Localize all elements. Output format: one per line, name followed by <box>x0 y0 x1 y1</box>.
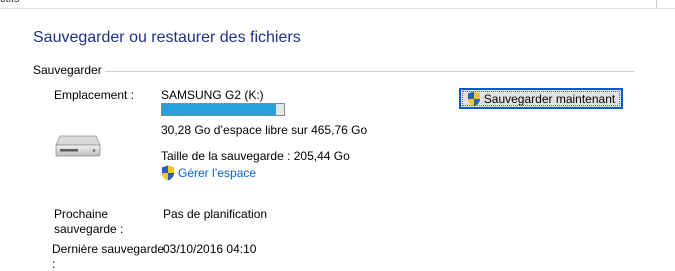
last-backup-value: 03/10/2016 04:10 <box>163 242 257 256</box>
location-label: Emplacement : <box>54 88 135 102</box>
manage-space-link-label: Gérer l’espace <box>178 166 257 180</box>
next-backup-label-line2: sauvegarde : <box>54 222 124 236</box>
uac-shield-icon <box>162 165 174 181</box>
disk-usage-bar <box>161 103 285 116</box>
disk-usage-fill <box>162 104 277 115</box>
section-divider <box>105 71 635 72</box>
top-strip: ctifs <box>0 0 675 9</box>
backup-now-button[interactable]: Sauvegarder maintenant <box>459 88 623 109</box>
free-space-text: 30,28 Go d’espace libre sur 465,76 Go <box>161 123 368 137</box>
uac-shield-icon <box>467 91 480 106</box>
backup-size-text: Taille de la sauvegarde : 205,44 Go <box>161 149 350 163</box>
section-header-backup: Sauvegarder <box>33 63 102 77</box>
top-fragment-text: ctifs <box>0 0 20 5</box>
last-backup-label-colon: : <box>52 257 56 271</box>
top-divider <box>656 0 657 8</box>
manage-space-link[interactable]: Gérer l’espace <box>161 165 256 181</box>
hard-drive-icon <box>55 135 101 157</box>
backup-now-label: Sauvegarder maintenant <box>483 91 616 106</box>
next-backup-value: Pas de planification <box>163 207 268 221</box>
page-title: Sauvegarder ou restaurer des fichiers <box>33 29 301 46</box>
drive-name: SAMSUNG G2 (K:) <box>161 88 264 102</box>
top-separator <box>0 8 675 9</box>
next-backup-label-line1: Prochaine <box>54 207 109 221</box>
last-backup-label: Dernière sauvegarde <box>52 242 165 256</box>
